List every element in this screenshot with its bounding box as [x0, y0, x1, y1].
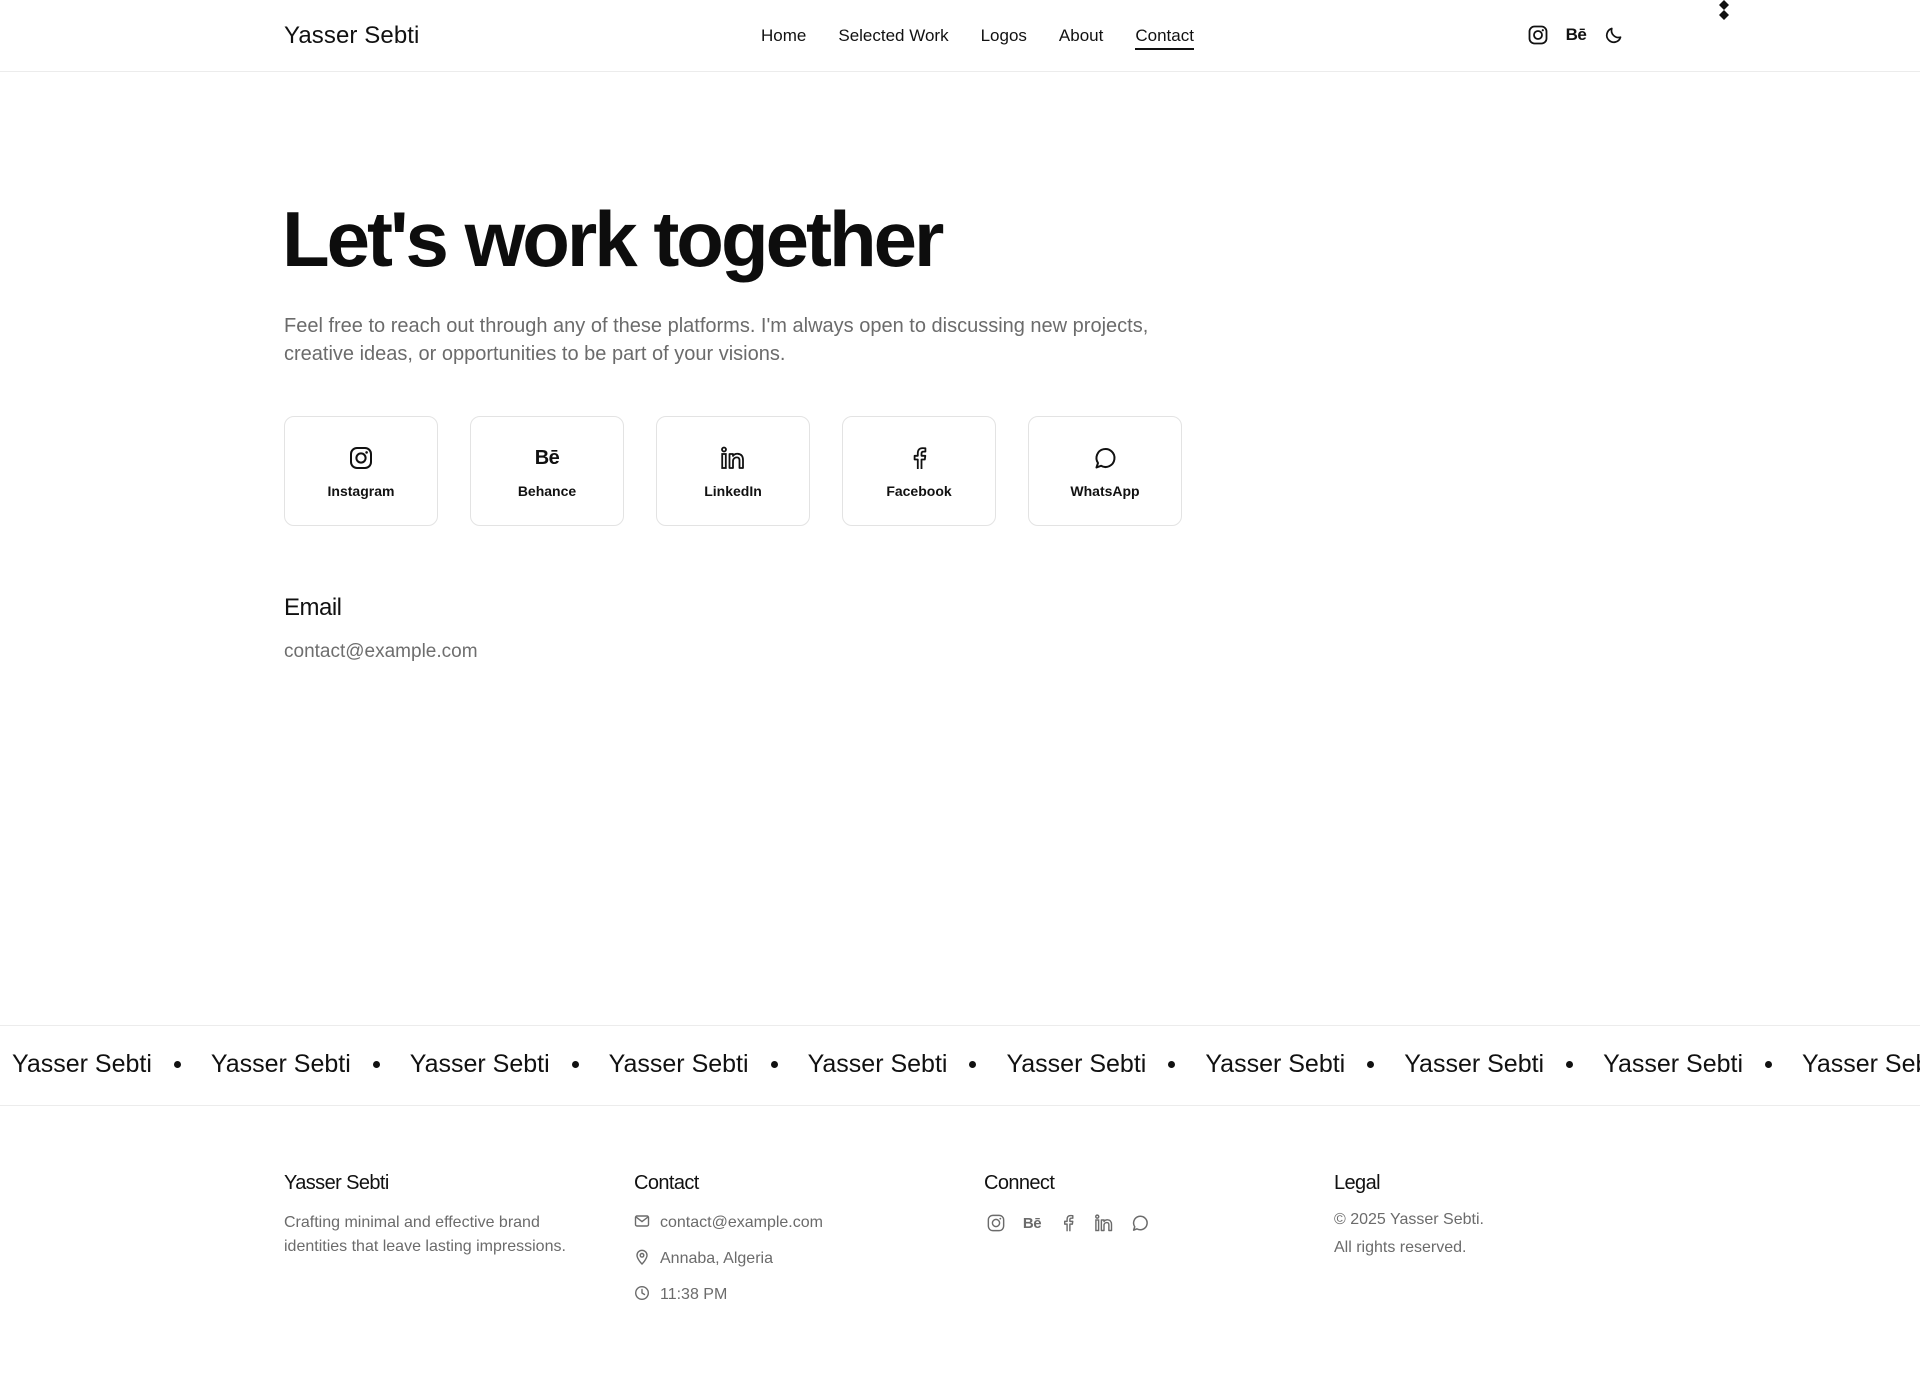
linkedin-icon[interactable] [1092, 1211, 1116, 1235]
marquee-item: Yasser Sebti [211, 1050, 410, 1079]
bullet-dot-icon [1765, 1061, 1773, 1068]
marquee-text: Yasser Sebti [210, 1050, 351, 1078]
footer-time-row: 11:38 PM [634, 1283, 823, 1307]
behance-glyph: Bē [1022, 1214, 1042, 1232]
bullet-dot-icon [969, 1061, 977, 1068]
marquee-text: Yasser Sebti [1404, 1050, 1545, 1078]
nav-contact[interactable]: Contact [1135, 26, 1194, 50]
footer-legal-heading: Legal [1334, 1172, 1381, 1194]
footer-brand: Yasser Sebti [284, 1172, 389, 1194]
footer-social-links: Bē [984, 1211, 1152, 1235]
marquee-item: Yasser Sebti [12, 1050, 211, 1079]
diamond-ornament-icon [1719, 0, 1729, 20]
platform-label: Facebook [886, 483, 952, 499]
copyright-text: © 2025 Yasser Sebti. [1334, 1211, 1484, 1228]
platform-label: WhatsApp [1070, 483, 1140, 499]
page-title: Let's work together [282, 195, 944, 283]
bullet-dot-icon [1566, 1061, 1574, 1068]
marquee-text: Yasser Sebti [1006, 1050, 1147, 1078]
bullet-dot-icon [1168, 1061, 1176, 1068]
footer-email[interactable]: contact@example.com [660, 1214, 823, 1232]
platform-label: Behance [517, 483, 577, 499]
marquee-item: Yasser Sebti [410, 1050, 609, 1079]
footer-connect: Connect Bē [984, 1172, 1152, 1235]
bullet-dot-icon [571, 1061, 579, 1068]
marquee-text: Yasser Sebti [1802, 1050, 1920, 1078]
behance-glyph: Bē [1565, 25, 1587, 44]
email-link[interactable]: contact@example.com [284, 641, 478, 663]
clock-icon [634, 1285, 650, 1306]
marquee-item: Yasser Sebti [1006, 1050, 1205, 1079]
bullet-dot-icon [173, 1061, 181, 1068]
mail-icon [634, 1213, 650, 1234]
behance-icon[interactable]: Bē [1564, 22, 1588, 48]
marquee-text: Yasser Sebti [1205, 1050, 1346, 1078]
marquee-track: Yasser Sebti Yasser Sebti Yasser Sebti Yass… [12, 1050, 1920, 1079]
marquee-text: Yasser Sebti [12, 1050, 152, 1078]
nav-about[interactable]: About [1059, 26, 1103, 50]
platform-links: Instagram Bē Behance LinkedIn Facebook W… [284, 416, 1182, 526]
platform-card-facebook[interactable]: Facebook [842, 416, 996, 526]
footer-location: Annaba, Algeria [660, 1250, 773, 1267]
contact-page: Yasser Sebti Home Selected Work Logos Ab… [0, 0, 1920, 1375]
platform-label: LinkedIn [704, 483, 762, 499]
platform-label: Instagram [327, 483, 395, 499]
marquee-item: Yasser Sebti [1404, 1050, 1603, 1079]
site-header: Yasser Sebti Home Selected Work Logos Ab… [0, 0, 1920, 72]
name-marquee: Yasser Sebti Yasser Sebti Yasser Sebti Yass… [0, 1025, 1920, 1106]
footer-about: Yasser Sebti Crafting minimal and effect… [284, 1172, 604, 1259]
footer-legal: Legal © 2025 Yasser Sebti. All rights re… [1334, 1172, 1484, 1267]
footer-email-row[interactable]: contact@example.com [634, 1211, 823, 1235]
nav-home[interactable]: Home [761, 26, 806, 50]
brand-logo[interactable]: Yasser Sebti [284, 22, 420, 50]
whatsapp-icon[interactable] [1128, 1211, 1152, 1235]
marquee-item: Yasser Sebti [1802, 1050, 1920, 1079]
nav-selected-work[interactable]: Selected Work [838, 26, 948, 50]
instagram-icon [349, 443, 373, 473]
whatsapp-icon [1093, 443, 1117, 473]
behance-icon: Bē [535, 443, 560, 473]
instagram-icon[interactable] [1526, 22, 1550, 48]
bullet-dot-icon [770, 1061, 778, 1068]
behance-glyph: Bē [534, 446, 560, 469]
marquee-item: Yasser Sebti [1603, 1050, 1802, 1079]
email-heading: Email [284, 594, 342, 621]
bullet-dot-icon [372, 1061, 380, 1068]
marquee-item: Yasser Sebti [609, 1050, 808, 1079]
page-subtitle: Feel free to reach out through any of th… [284, 315, 1149, 365]
behance-icon[interactable]: Bē [1020, 1211, 1044, 1235]
footer-tagline: Crafting minimal and effective brand ide… [284, 1214, 566, 1255]
footer-time: 11:38 PM [660, 1286, 728, 1303]
marquee-item: Yasser Sebti [1205, 1050, 1404, 1079]
bullet-dot-icon [1367, 1061, 1375, 1068]
marquee-text: Yasser Sebti [409, 1050, 550, 1078]
footer-contact-heading: Contact [634, 1172, 699, 1194]
instagram-icon[interactable] [984, 1211, 1008, 1235]
platform-card-linkedin[interactable]: LinkedIn [656, 416, 810, 526]
marquee-text: Yasser Sebti [807, 1050, 948, 1078]
platform-card-whatsapp[interactable]: WhatsApp [1028, 416, 1182, 526]
map-pin-icon [634, 1249, 650, 1270]
main-nav: Home Selected Work Logos About Contact [761, 26, 1194, 50]
marquee-item: Yasser Sebti [808, 1050, 1007, 1079]
marquee-text: Yasser Sebti [1603, 1050, 1744, 1078]
moon-icon[interactable] [1602, 22, 1626, 48]
marquee-text: Yasser Sebti [608, 1050, 749, 1078]
footer-contact: Contact contact@example.com Annaba, Alge… [634, 1172, 823, 1319]
footer-connect-heading: Connect [984, 1172, 1055, 1194]
facebook-icon[interactable] [1056, 1211, 1080, 1235]
platform-card-instagram[interactable]: Instagram [284, 416, 438, 526]
facebook-icon [911, 443, 927, 473]
rights-text: All rights reserved. [1334, 1239, 1467, 1256]
header-actions: Bē [1526, 22, 1626, 48]
linkedin-icon [720, 443, 746, 473]
footer-location-row: Annaba, Algeria [634, 1247, 823, 1271]
platform-card-behance[interactable]: Bē Behance [470, 416, 624, 526]
nav-logos[interactable]: Logos [981, 26, 1027, 50]
